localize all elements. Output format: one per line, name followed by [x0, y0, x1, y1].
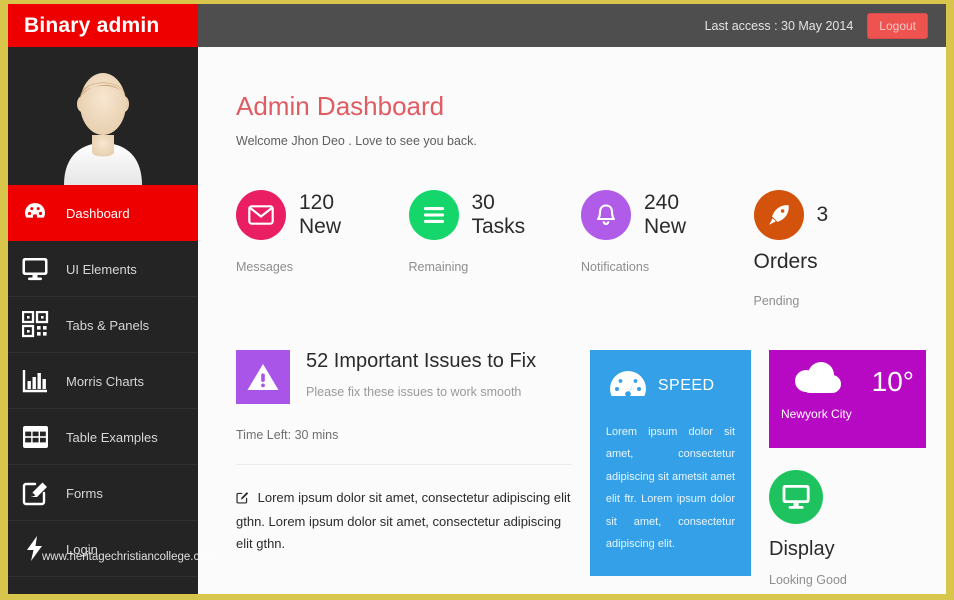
- time-left-text: Time Left: 30 mins: [236, 428, 572, 465]
- speedometer-icon: [606, 368, 650, 405]
- sidebar-item-table-examples[interactable]: Table Examples: [8, 409, 198, 465]
- warning-triangle-icon: [236, 349, 290, 404]
- stats-row: 120 New Messages 30 Tasks Remaining 240 …: [236, 190, 926, 308]
- stat-card-tasks[interactable]: 30 Tasks Remaining: [408, 190, 582, 308]
- logout-button[interactable]: Logout: [867, 12, 928, 39]
- stat-value: 240: [644, 191, 680, 215]
- display-widget[interactable]: Display Looking Good: [769, 469, 926, 587]
- weather-city: Newyork City: [781, 406, 852, 421]
- stat-value: 30: [471, 191, 495, 215]
- sidebar-item-label: Dashboard: [66, 206, 130, 221]
- sidebar-item-login[interactable]: Login: [8, 521, 198, 577]
- top-bar: Binary admin Last access : 30 May 2014 L…: [8, 4, 946, 47]
- speed-header: SPEED: [606, 368, 735, 405]
- weather-card: Newyork City 10°: [769, 349, 926, 448]
- envelope-icon: [236, 190, 286, 240]
- edit-square-icon: [236, 491, 253, 507]
- app-page: Binary admin Last access : 30 May 2014 L…: [8, 4, 946, 594]
- sidebar-item-partial[interactable]: [8, 577, 198, 594]
- right-column: Newyork City 10° Display Looking Good: [769, 349, 926, 587]
- stat-card-orders[interactable]: 3 Orders Pending: [753, 190, 927, 308]
- monitor-icon: [769, 469, 824, 524]
- display-label: Display: [769, 537, 835, 560]
- weather-left: Newyork City: [781, 361, 852, 436]
- issues-header: 52 Important Issues to Fix Please fix th…: [236, 349, 572, 404]
- bell-icon: [581, 190, 631, 240]
- bar-chart-icon: [18, 364, 52, 398]
- stat-value: 3: [816, 203, 829, 227]
- sidebar-item-dashboard[interactable]: Dashboard: [8, 185, 198, 241]
- stat-sub: Messages: [236, 260, 293, 274]
- rocket-icon: [753, 190, 804, 240]
- stat-sub: Notifications: [581, 260, 650, 274]
- speed-card: SPEED Lorem ipsum dolor sit amet, consec…: [589, 349, 752, 576]
- avatar: [8, 47, 198, 185]
- sidebar: Dashboard UI Elements Tabs & Panels Morr…: [8, 47, 198, 594]
- welcome-text: Welcome Jhon Deo . Love to see you back.: [236, 134, 477, 148]
- speed-text: Lorem ipsum dolor sit amet, consectetur …: [605, 425, 736, 551]
- monitor-icon: [18, 252, 52, 286]
- sidebar-item-label: Login: [66, 542, 98, 557]
- stat-sub: Remaining: [408, 260, 469, 274]
- qr-grid-icon: [18, 308, 52, 342]
- weather-temperature: 10°: [871, 365, 914, 397]
- lightning-bolt-icon: [18, 532, 52, 566]
- sidebar-item-forms[interactable]: Forms: [8, 465, 198, 521]
- sidebar-item-morris-charts[interactable]: Morris Charts: [8, 353, 198, 409]
- table-grid-icon: [18, 420, 52, 454]
- sidebar-item-label: Table Examples: [66, 430, 158, 445]
- sidebar-item-label: Forms: [66, 486, 103, 501]
- sidebar-item-ui-elements[interactable]: UI Elements: [8, 241, 198, 297]
- monitor-icon: [18, 588, 52, 594]
- issues-panel: 52 Important Issues to Fix Please fix th…: [236, 349, 572, 556]
- main-content: Admin Dashboard Welcome Jhon Deo . Love …: [198, 47, 946, 594]
- stat-card-notifications[interactable]: 240 New Notifications: [581, 190, 754, 308]
- stat-unit: Orders: [753, 250, 818, 273]
- list-icon: [408, 190, 459, 240]
- sidebar-item-label: Morris Charts: [66, 374, 145, 389]
- last-access-text: Last access : 30 May 2014: [704, 18, 854, 33]
- stat-value: 120: [299, 191, 335, 215]
- stat-top: 3: [753, 190, 927, 240]
- issues-body-text: Lorem ipsum dolor sit amet, consectetur …: [236, 489, 571, 552]
- issues-description: Please fix these issues to work smooth: [306, 384, 522, 399]
- issues-text-block: 52 Important Issues to Fix Please fix th…: [306, 350, 536, 404]
- stat-value-block: 30 Tasks: [472, 191, 526, 238]
- stat-card-messages[interactable]: 120 New Messages: [236, 190, 409, 308]
- stat-value-block: 240 New: [644, 191, 686, 238]
- stat-sub: Pending: [753, 293, 800, 308]
- display-sub: Looking Good: [769, 572, 847, 587]
- secondary-row: 52 Important Issues to Fix Please fix th…: [236, 349, 926, 587]
- stat-value-block: 120 New: [299, 191, 341, 238]
- page-frame: Binary admin Last access : 30 May 2014 L…: [0, 0, 954, 600]
- top-bar-right: Last access : 30 May 2014 Logout: [198, 4, 946, 47]
- issues-title: 52 Important Issues to Fix: [306, 349, 537, 372]
- speed-label: SPEED: [657, 377, 715, 395]
- stat-top: 120 New: [236, 190, 409, 240]
- stat-top: 240 New: [581, 190, 754, 240]
- sidebar-item-tabs-panels[interactable]: Tabs & Panels: [8, 297, 198, 353]
- brand-logo[interactable]: Binary admin: [8, 4, 198, 47]
- pencil-square-icon: [18, 476, 52, 510]
- stat-top: 30 Tasks: [408, 190, 582, 240]
- issues-body: Lorem ipsum dolor sit amet, consectetur …: [236, 487, 572, 556]
- avatar-illustration: [64, 73, 142, 185]
- page-title: Admin Dashboard: [236, 91, 445, 121]
- cloud-icon: [788, 361, 844, 401]
- sidebar-item-label: UI Elements: [66, 262, 137, 277]
- stat-unit: New: [644, 215, 687, 238]
- stat-unit: New: [299, 215, 342, 238]
- sidebar-item-label: Tabs & Panels: [66, 318, 150, 333]
- stat-unit: Tasks: [471, 215, 526, 238]
- dashboard-gauge-icon: [18, 196, 52, 230]
